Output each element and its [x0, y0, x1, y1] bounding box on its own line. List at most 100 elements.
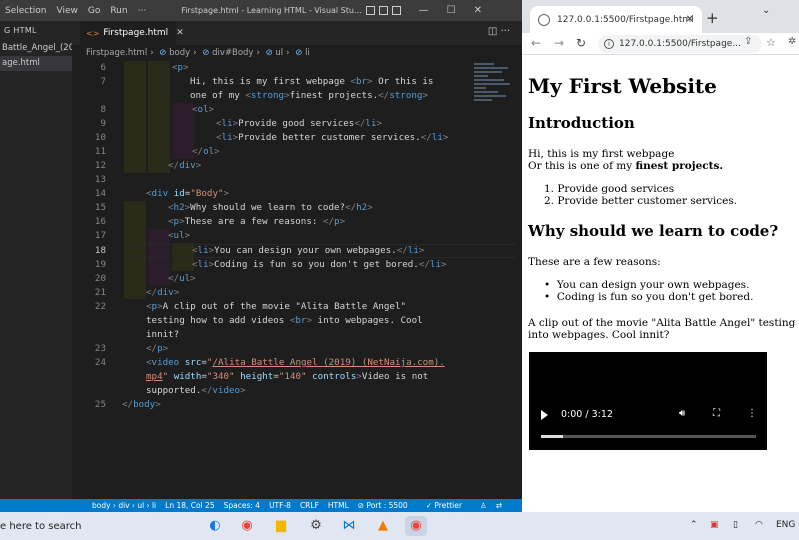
video-time: 0:00 / 3:12 — [561, 409, 613, 420]
video-progress-bar[interactable] — [541, 435, 756, 438]
tray-app-icon[interactable]: ▣ — [710, 520, 719, 530]
code-line: <ol> — [192, 104, 215, 115]
explorer-file-video[interactable]: Battle_Angel_(20... — [0, 41, 72, 56]
code-line: one of my <strong>finest projects.</stro… — [190, 90, 428, 101]
code-line: </div> — [168, 160, 202, 171]
minimap[interactable] — [474, 61, 514, 131]
breadcrumb-body[interactable]: body — [169, 48, 190, 58]
layout-toggle-icon[interactable] — [365, 6, 375, 15]
line-number: 19 — [94, 259, 106, 270]
clip-line-1: A clip out of the movie "Alita Battle An… — [528, 317, 799, 329]
close-icon[interactable]: ✕ — [474, 5, 482, 16]
fullscreen-icon[interactable]: ⛶ — [713, 408, 720, 419]
code-line: </div> — [146, 287, 180, 298]
browser-tab-title: 127.0.0.1:5500/Firstpage.html — [557, 14, 694, 25]
video-player[interactable]: 0:00 / 3:12 🔊︎ ⛶ ⋮ — [529, 352, 767, 450]
status-prettier[interactable]: ✓ Prettier — [426, 501, 471, 510]
breadcrumb-file[interactable]: Firstpage.html — [86, 48, 147, 58]
code-line: mp4" width="340" height="140" controls>V… — [146, 371, 429, 382]
status-port[interactable]: ⊘ Port : 5500 — [358, 501, 417, 510]
code-line: <li>You can design your own webpages.</l… — [192, 245, 425, 256]
line-number: 13 — [94, 174, 106, 185]
tab-close-icon[interactable]: ✕ — [176, 28, 184, 38]
vscode-icon[interactable]: ⋈ — [338, 516, 360, 536]
maximize-icon[interactable]: ☐ — [447, 5, 456, 16]
breadcrumb-ul[interactable]: ul — [275, 48, 283, 58]
explorer-header[interactable]: G HTML — [0, 21, 72, 41]
bookmark-star-icon[interactable]: ☆ — [766, 36, 776, 49]
code-editor[interactable]: 6 7 8 9 10 11 12 13 14 15 16 17 18 19 20… — [72, 61, 522, 499]
browser-tab-close-icon[interactable]: ✕ — [686, 14, 694, 25]
volume-icon[interactable]: 🔊︎ — [679, 408, 685, 419]
panel-toggle-icon[interactable] — [378, 6, 388, 15]
menu-selection[interactable]: Selection — [0, 6, 51, 16]
menu-go[interactable]: Go — [83, 6, 105, 16]
address-bar[interactable]: i 127.0.0.1:5500/Firstpage... — [598, 35, 762, 53]
line-number: 16 — [94, 216, 106, 227]
info-icon[interactable]: i — [604, 39, 614, 49]
tray-chevron-icon[interactable]: ⌃ — [690, 520, 698, 530]
globe-icon — [538, 13, 550, 26]
menu-run[interactable]: Run — [105, 6, 132, 16]
line-number: 12 — [94, 160, 106, 171]
chrome-icon[interactable]: ◉ — [236, 516, 258, 536]
account-icon[interactable]: ♙ — [480, 501, 487, 510]
tab-firstpage[interactable]: <> Firstpage.html ✕ — [80, 21, 184, 45]
code-line: <li>Provide better customer services.</l… — [216, 132, 449, 143]
chrome-active-icon[interactable]: ◉ — [405, 516, 427, 536]
html-file-icon: <> — [86, 28, 100, 38]
split-editor-icon[interactable]: ◫ ··· — [488, 26, 510, 37]
breadcrumb-div[interactable]: div#Body — [212, 48, 253, 58]
breadcrumb-li[interactable]: li — [305, 48, 310, 58]
file-explorer-icon[interactable]: ▆ — [270, 516, 292, 536]
line-number: 9 — [100, 118, 106, 129]
code-line: supported.</video> — [146, 385, 246, 396]
menu-more[interactable]: ··· — [133, 6, 152, 16]
indent-guide — [148, 61, 170, 173]
status-path[interactable]: body › div › ul › li — [92, 501, 156, 510]
code-line: testing how to add videos <br> into webp… — [146, 315, 423, 326]
share-icon[interactable]: ⇪ — [744, 36, 752, 47]
code-line: Hi, this is my first webpage <br> Or thi… — [190, 76, 434, 87]
minimize-icon[interactable]: — — [419, 5, 429, 16]
new-tab-icon[interactable]: + — [706, 9, 719, 27]
line-number: 7 — [100, 76, 106, 87]
indent-guide — [172, 103, 194, 159]
battery-icon[interactable]: ▯ — [733, 520, 738, 530]
settings-gear-icon[interactable]: ⚙ — [305, 516, 327, 536]
list-item: • You can design your own webpages. — [544, 279, 750, 291]
sidebar-toggle-icon[interactable] — [391, 6, 401, 15]
indent-guide — [124, 61, 146, 173]
taskbar-search[interactable]: e here to search — [0, 521, 81, 532]
taskbar: e here to search ◐ ◉ ▆ ⚙ ⋈ ▲ ◉ ⌃ ▣ ▯ ◠ E… — [0, 512, 799, 540]
chevron-down-icon[interactable]: ⌄ — [762, 5, 770, 16]
status-position[interactable]: Ln 18, Col 25 — [165, 501, 214, 510]
reload-icon[interactable]: ↻ — [576, 36, 586, 50]
menu-view[interactable]: View — [51, 6, 82, 16]
explorer-sidebar: G HTML Battle_Angel_(20... age.html — [0, 21, 72, 499]
code-line: </ol> — [192, 146, 220, 157]
list-item: 1. Provide good services — [544, 183, 675, 195]
line-number: 17 — [94, 230, 106, 241]
extensions-icon[interactable]: ✲ — [788, 36, 796, 47]
play-icon[interactable] — [541, 410, 548, 420]
edge-icon[interactable]: ◐ — [204, 516, 226, 536]
status-spaces[interactable]: Spaces: 4 — [224, 501, 260, 510]
editor-tabs: <> Firstpage.html ✕ ◫ ··· — [72, 21, 522, 45]
more-options-icon[interactable]: ⋮ — [747, 408, 757, 419]
wifi-icon[interactable]: ◠ — [755, 520, 763, 530]
back-icon[interactable]: ← — [531, 36, 541, 50]
status-eol[interactable]: CRLF — [300, 501, 319, 510]
status-language[interactable]: HTML — [328, 501, 349, 510]
vlc-icon[interactable]: ▲ — [372, 516, 394, 536]
why-heading: Why should we learn to code? — [528, 222, 779, 240]
breadcrumb: Firstpage.html › ⊘ body › ⊘ div#Body › ⊘ ul… — [72, 45, 522, 61]
forward-icon[interactable]: → — [554, 36, 564, 50]
browser-tab[interactable]: 127.0.0.1:5500/Firstpage.html ✕ — [530, 6, 702, 33]
notifications-icon[interactable]: ⇄ — [496, 501, 502, 510]
language-indicator[interactable]: ENG — [776, 520, 795, 530]
status-encoding[interactable]: UTF-8 — [269, 501, 291, 510]
explorer-file-html[interactable]: age.html — [0, 56, 72, 71]
line-number: 11 — [94, 146, 106, 157]
browser-toolbar: ← → ↻ i 127.0.0.1:5500/Firstpage... ⇪ ☆ … — [522, 33, 799, 55]
